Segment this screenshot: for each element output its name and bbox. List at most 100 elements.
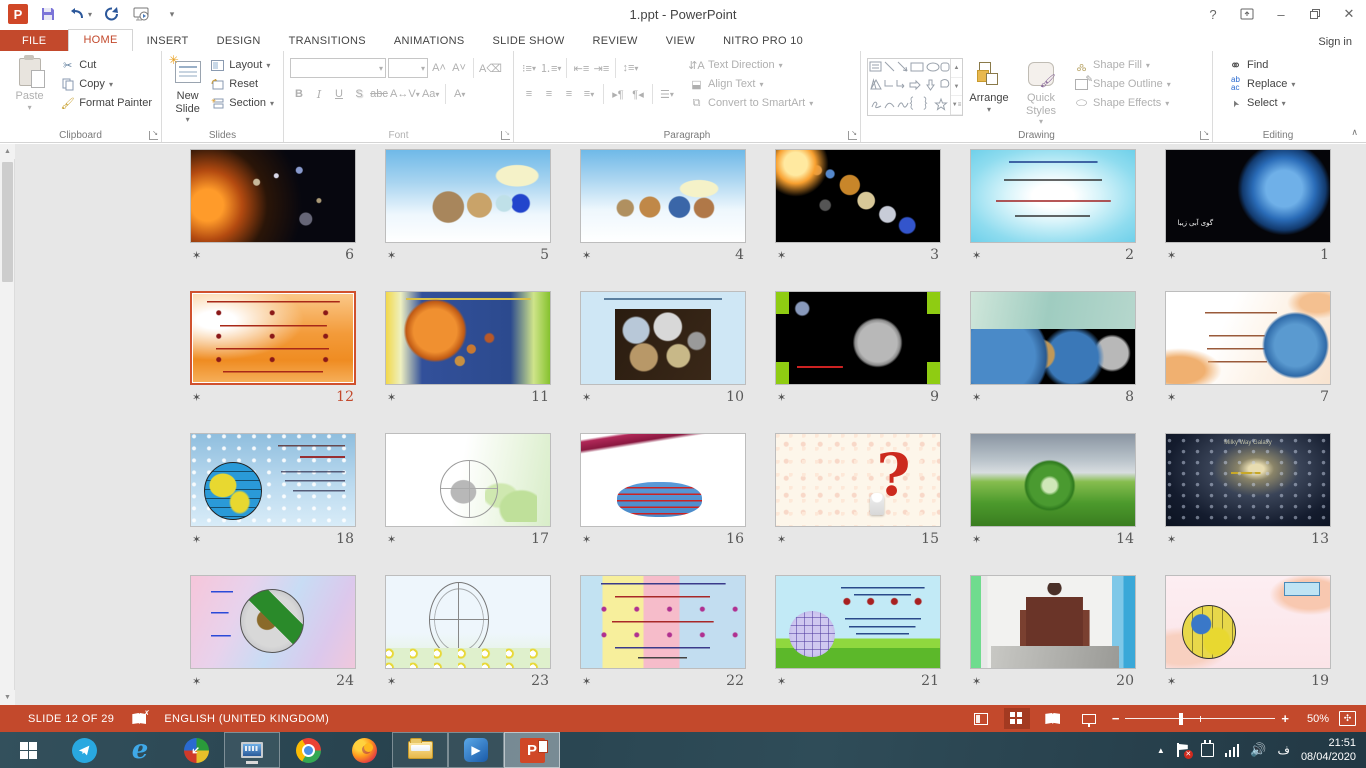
shape-outline-button[interactable]: Shape Outline▾ bbox=[1071, 76, 1174, 92]
tab-view[interactable]: VIEW bbox=[652, 30, 709, 51]
replace-button[interactable]: abacReplace▾ bbox=[1225, 76, 1298, 92]
taskbar-remote-desktop-icon[interactable] bbox=[224, 732, 280, 768]
tab-file[interactable]: FILE bbox=[0, 30, 68, 51]
change-case-icon[interactable]: Aa▾ bbox=[422, 85, 440, 104]
shape-effects-button[interactable]: Shape Effects▾ bbox=[1071, 95, 1174, 111]
save-icon[interactable] bbox=[38, 4, 58, 24]
slide-thumbnail[interactable]: گوی آبی زیبا bbox=[1165, 149, 1331, 243]
slide-thumbnail[interactable] bbox=[775, 291, 941, 385]
font-name-combo[interactable]: ▾ bbox=[290, 58, 386, 78]
transition-star-icon[interactable]: ✶ bbox=[582, 533, 591, 546]
taskbar-internet-explorer-icon[interactable]: e bbox=[112, 732, 168, 768]
shapes-more-icon[interactable]: ▼≡ bbox=[951, 96, 962, 115]
slide-thumbnail[interactable] bbox=[190, 149, 356, 243]
transition-star-icon[interactable]: ✶ bbox=[777, 249, 786, 262]
taskbar-file-explorer-icon[interactable] bbox=[392, 732, 448, 768]
slide-counter[interactable]: SLIDE 12 OF 29 bbox=[28, 713, 114, 725]
find-button[interactable]: Find bbox=[1225, 57, 1298, 73]
align-center-icon[interactable]: ≡ bbox=[540, 85, 558, 104]
slide-thumbnail[interactable] bbox=[190, 291, 356, 385]
undo-icon[interactable]: ▾ bbox=[68, 4, 92, 24]
transition-star-icon[interactable]: ✶ bbox=[777, 533, 786, 546]
taskbar-powerpoint-icon[interactable]: P bbox=[504, 732, 560, 768]
transition-star-icon[interactable]: ✶ bbox=[192, 391, 201, 404]
transition-star-icon[interactable]: ✶ bbox=[192, 249, 201, 262]
slide-thumbnail[interactable] bbox=[580, 575, 746, 669]
new-slide-button[interactable]: New Slide ▾ bbox=[168, 54, 207, 127]
slide-thumbnail[interactable] bbox=[775, 575, 941, 669]
zoom-slider[interactable] bbox=[1125, 713, 1275, 725]
zoom-in-icon[interactable]: + bbox=[1281, 711, 1289, 726]
reading-view-icon[interactable] bbox=[1040, 708, 1066, 729]
decrease-font-size-icon[interactable]: A˅ bbox=[450, 59, 468, 78]
transition-star-icon[interactable]: ✶ bbox=[1167, 249, 1176, 262]
powerpoint-logo-icon[interactable]: P bbox=[8, 4, 28, 24]
bold-icon[interactable]: B bbox=[290, 85, 308, 104]
transition-star-icon[interactable]: ✶ bbox=[972, 249, 981, 262]
taskbar-firefox-icon[interactable] bbox=[336, 732, 392, 768]
text-direction-button[interactable]: ⇵AText Direction▾ bbox=[686, 57, 816, 73]
transition-star-icon[interactable]: ✶ bbox=[777, 391, 786, 404]
restore-icon[interactable] bbox=[1298, 0, 1332, 28]
transition-star-icon[interactable]: ✶ bbox=[387, 391, 396, 404]
slide-thumbnail[interactable] bbox=[775, 433, 941, 527]
ribbon-display-options-icon[interactable] bbox=[1230, 0, 1264, 28]
drawing-dialog-launcher-icon[interactable]: ↘ bbox=[1200, 131, 1209, 140]
vertical-scrollbar[interactable]: ▲ ▼ bbox=[0, 144, 15, 705]
transition-star-icon[interactable]: ✶ bbox=[972, 391, 981, 404]
tab-nitro-pro[interactable]: NITRO PRO 10 bbox=[709, 30, 817, 51]
network-signal-icon[interactable] bbox=[1225, 744, 1240, 757]
tab-slide-show[interactable]: SLIDE SHOW bbox=[478, 30, 578, 51]
bullets-icon[interactable]: ⁝≡▾ bbox=[520, 59, 538, 78]
sign-in-link[interactable]: Sign in bbox=[1318, 36, 1352, 48]
transition-star-icon[interactable]: ✶ bbox=[582, 675, 591, 688]
tab-home[interactable]: HOME bbox=[68, 29, 132, 52]
font-color-icon[interactable]: A▾ bbox=[451, 85, 469, 104]
tab-transitions[interactable]: TRANSITIONS bbox=[275, 30, 380, 51]
transition-star-icon[interactable]: ✶ bbox=[582, 249, 591, 262]
rtl-direction-icon[interactable]: ¶◂ bbox=[629, 85, 647, 104]
quick-styles-button[interactable]: Quick Styles ▾ bbox=[1015, 56, 1067, 129]
slide-thumbnail[interactable] bbox=[580, 149, 746, 243]
hidden-icons-icon[interactable]: ▲ bbox=[1157, 746, 1165, 755]
decrease-indent-icon[interactable]: ⇤≡ bbox=[572, 59, 590, 78]
slide-thumbnail[interactable] bbox=[385, 291, 551, 385]
character-spacing-icon[interactable]: A↔V▾ bbox=[390, 85, 420, 104]
minimize-icon[interactable]: – bbox=[1264, 0, 1298, 28]
increase-indent-icon[interactable]: ⇥≡ bbox=[592, 59, 610, 78]
volume-icon[interactable]: 🔊 bbox=[1250, 742, 1266, 758]
shapes-gallery[interactable]: ▲ ▼ ▼≡ bbox=[867, 58, 963, 116]
transition-star-icon[interactable]: ✶ bbox=[582, 391, 591, 404]
redo-icon[interactable] bbox=[102, 4, 122, 24]
tab-design[interactable]: DESIGN bbox=[203, 30, 275, 51]
transition-star-icon[interactable]: ✶ bbox=[192, 533, 201, 546]
slide-thumbnail[interactable]: Milky Way Galaxy bbox=[1165, 433, 1331, 527]
slide-thumbnail[interactable] bbox=[1165, 291, 1331, 385]
transition-star-icon[interactable]: ✶ bbox=[387, 249, 396, 262]
slide-thumbnail[interactable] bbox=[190, 433, 356, 527]
transition-star-icon[interactable]: ✶ bbox=[777, 675, 786, 688]
slide-thumbnail[interactable] bbox=[580, 433, 746, 527]
taskbar-idm-icon[interactable] bbox=[168, 732, 224, 768]
paragraph-dialog-launcher-icon[interactable]: ↘ bbox=[848, 131, 857, 140]
tab-animations[interactable]: ANIMATIONS bbox=[380, 30, 479, 51]
text-shadow-icon[interactable]: S bbox=[350, 85, 368, 104]
start-button[interactable] bbox=[0, 732, 56, 768]
help-icon[interactable]: ? bbox=[1196, 0, 1230, 28]
clipboard-dialog-launcher-icon[interactable]: ↘ bbox=[149, 131, 158, 140]
align-left-icon[interactable]: ≡ bbox=[520, 85, 538, 104]
ltr-direction-icon[interactable]: ▸¶ bbox=[609, 85, 627, 104]
action-center-flag-icon[interactable]: ✕ bbox=[1176, 743, 1190, 757]
slide-thumbnail[interactable] bbox=[385, 433, 551, 527]
section-button[interactable]: ✳Section▾ bbox=[207, 95, 277, 111]
font-size-combo[interactable]: ▾ bbox=[388, 58, 428, 78]
zoom-out-icon[interactable]: − bbox=[1112, 711, 1120, 726]
scrollbar-thumb[interactable] bbox=[2, 162, 13, 282]
language-status[interactable]: ENGLISH (UNITED KINGDOM) bbox=[164, 713, 329, 725]
zoom-slider-thumb[interactable] bbox=[1179, 713, 1183, 725]
slide-thumbnail[interactable] bbox=[1165, 575, 1331, 669]
select-button[interactable]: Select▾ bbox=[1225, 95, 1298, 111]
scroll-down-icon[interactable]: ▼ bbox=[0, 690, 15, 705]
italic-icon[interactable]: I bbox=[310, 85, 328, 104]
close-icon[interactable]: ✕ bbox=[1332, 0, 1366, 28]
